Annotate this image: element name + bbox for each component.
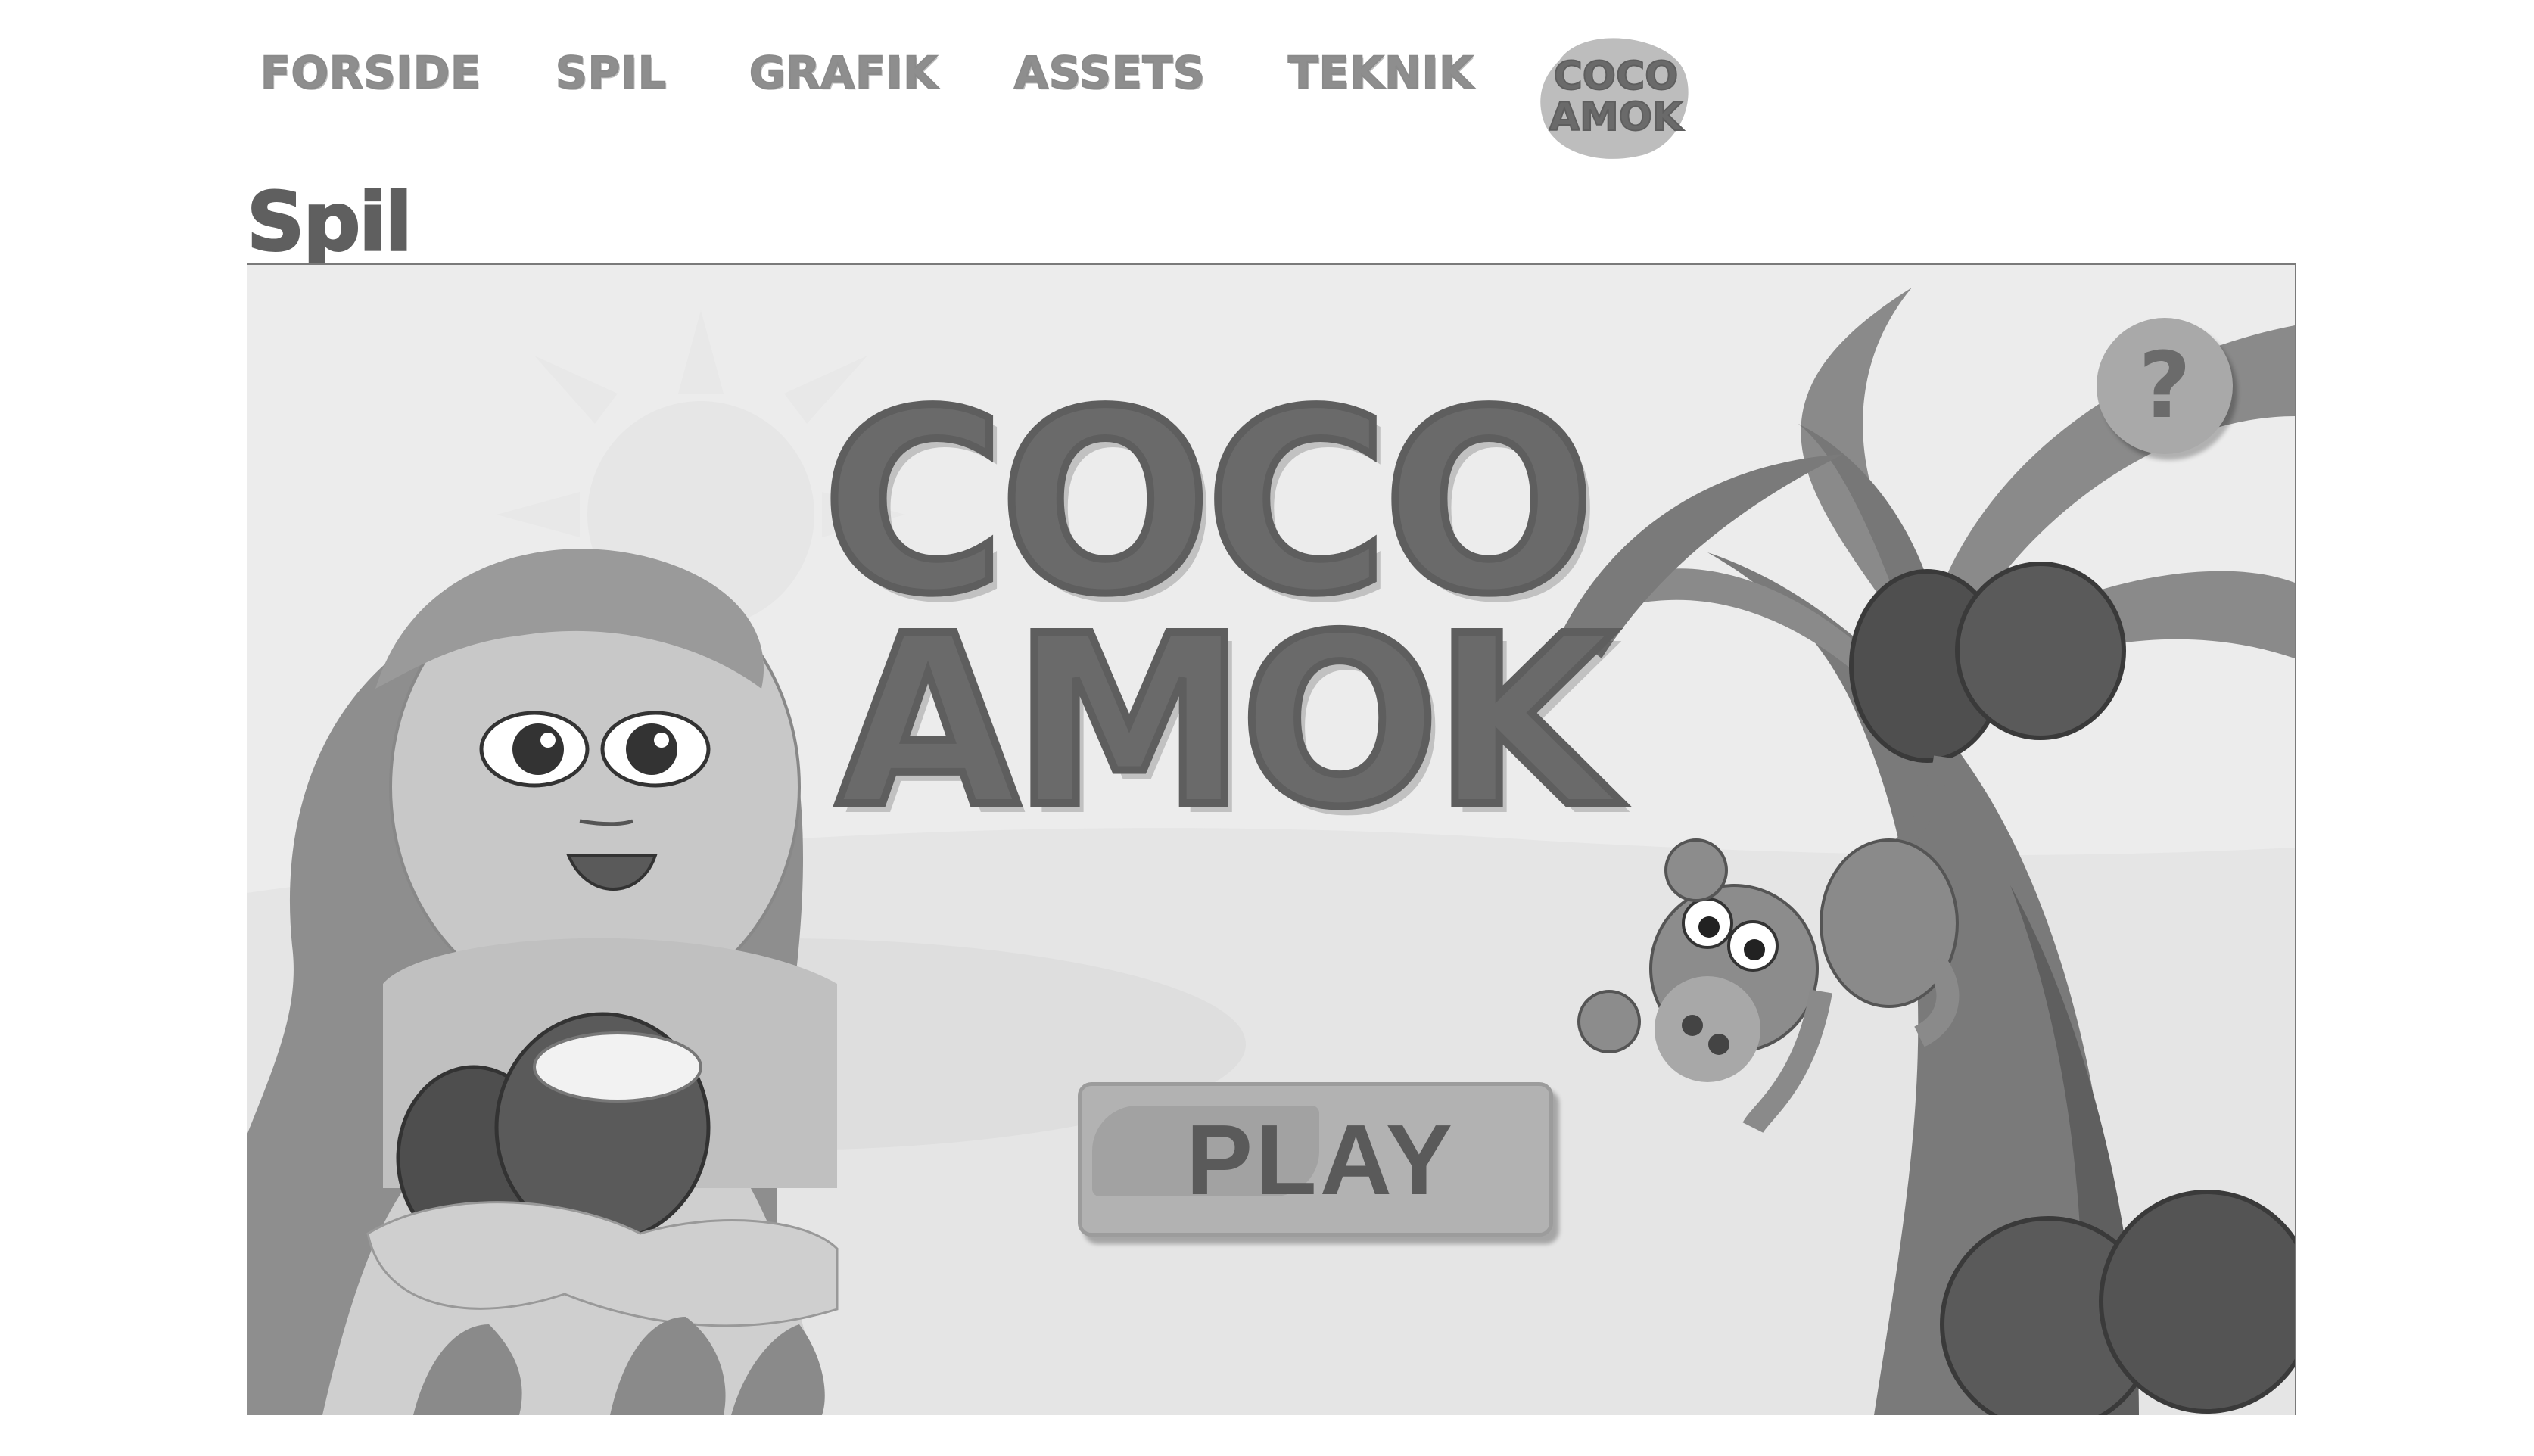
game-canvas[interactable]: COCO AMOK ? PLAY bbox=[247, 263, 2296, 1415]
page-title: Spil bbox=[246, 175, 414, 270]
nav-item-forside[interactable]: FORSIDE bbox=[260, 46, 481, 99]
top-navigation: FORSIDE SPIL GRAFIK ASSETS TEKNIK COCO A… bbox=[0, 0, 2534, 166]
coco-amok-logo-link[interactable]: COCO AMOK bbox=[1536, 30, 1695, 163]
nav-item-teknik[interactable]: TEKNIK bbox=[1287, 46, 1474, 99]
game-title-line2: AMOK bbox=[833, 586, 1619, 859]
logo-line2: AMOK bbox=[1549, 95, 1684, 140]
logo-blob-icon: COCO AMOK bbox=[1540, 38, 1689, 159]
nav-item-spil[interactable]: SPIL bbox=[555, 46, 667, 99]
nav-item-assets[interactable]: ASSETS bbox=[1013, 46, 1206, 99]
play-button[interactable]: PLAY bbox=[1078, 1082, 1553, 1237]
play-button-label: PLAY bbox=[1186, 1103, 1455, 1215]
help-button[interactable]: ? bbox=[2097, 318, 2233, 454]
nav-item-grafik[interactable]: GRAFIK bbox=[749, 46, 938, 99]
logo-line1: COCO bbox=[1554, 54, 1679, 99]
